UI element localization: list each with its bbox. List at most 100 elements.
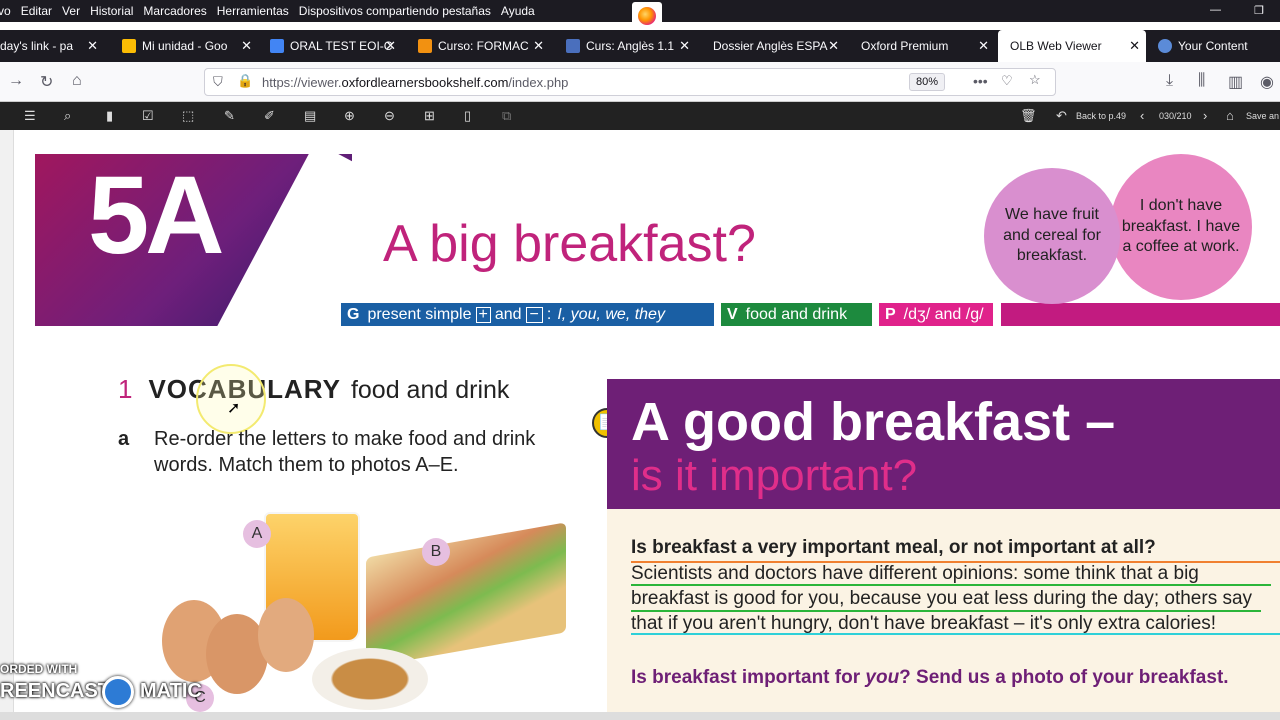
sandwich-photo (366, 522, 566, 668)
lesson-title: A big breakfast? (383, 215, 756, 273)
grid-icon[interactable]: ⊞ (424, 108, 435, 124)
article-subtitle: is it important? (631, 451, 918, 500)
menu-tools[interactable]: Herramientas (217, 4, 289, 18)
url-bar[interactable]: ⛉ 🔒 https://viewer.oxfordlearnersbookshe… (204, 68, 1056, 96)
lock-icon: 🔒 (237, 73, 254, 88)
restore-icon[interactable]: ❐ (1254, 4, 1264, 17)
tab-7[interactable]: Oxford Premium ✕ (861, 30, 995, 62)
save-button[interactable]: Save an (1246, 111, 1279, 121)
article-prompt: Is breakfast important for you? Send us … (631, 667, 1229, 688)
plus-icon: + (475, 306, 491, 323)
article-body: Scientists and doctors have different op… (631, 563, 1253, 634)
highlighter-icon[interactable]: ✐ (264, 108, 275, 124)
tab-active[interactable]: OLB Web Viewer ✕ (998, 30, 1146, 62)
reload-icon[interactable]: ↻ (40, 72, 53, 92)
close-icon[interactable]: ✕ (679, 38, 690, 54)
viewer-toolbar: ☰ ⌕ ▮ ☑ ⬚ ✎ ✐ ▤ ⊕ ⊖ ⊞ ▯ ⧉ 🗑 ↶ Back to p.… (0, 102, 1280, 130)
account-icon[interactable]: ◉ (1260, 72, 1274, 92)
menu-devices[interactable]: Dispositivos compartiendo pestañas (299, 4, 491, 18)
tab-bar: day's link - pa ✕ Mi unidad - Goo ✕ ORAL T… (0, 30, 1280, 62)
close-icon[interactable]: ✕ (87, 38, 98, 54)
select-icon[interactable]: ⬚ (182, 108, 194, 124)
forward-icon[interactable]: → (8, 72, 24, 90)
back-to-page-button[interactable]: Back to p.49 (1076, 111, 1126, 121)
close-icon[interactable]: ✕ (978, 38, 989, 54)
article-title: A good breakfast – (631, 392, 1116, 452)
tab-6[interactable]: Dossier Anglès ESPA ✕ (713, 30, 845, 62)
more-icon[interactable]: ••• (973, 73, 988, 89)
moodle-icon (418, 39, 432, 53)
pencil-icon[interactable]: ✎ (224, 108, 235, 124)
tab-2[interactable]: Mi unidad - Goo ✕ (122, 30, 258, 62)
prev-page-icon[interactable]: ‹ (1140, 108, 1144, 123)
tab-3[interactable]: ORAL TEST EOI-C ✕ (270, 30, 402, 62)
firefox-logo-icon (632, 2, 662, 30)
house-icon[interactable]: ⌂ (1226, 108, 1234, 123)
sidebar-icon[interactable]: ▥ (1228, 72, 1243, 92)
tab-4[interactable]: Curso: FORMAC ✕ (418, 30, 550, 62)
minus-icon: − (525, 306, 543, 323)
close-icon[interactable]: ✕ (385, 38, 396, 54)
watermark-right: MATIC (140, 680, 202, 702)
tab-9[interactable]: Your Content (1158, 30, 1280, 62)
tea-cup-photo (312, 648, 428, 710)
menu-file[interactable]: vo (0, 4, 11, 18)
zoom-in-icon[interactable]: ⊕ (344, 108, 355, 124)
close-icon[interactable]: ✕ (241, 38, 252, 54)
watermark-left: REENCAST (0, 680, 111, 702)
list-icon[interactable]: ☰ (24, 108, 36, 124)
book-page: 5A A big breakfast? We have fruit and ce… (0, 130, 1280, 720)
checklist-icon[interactable]: ☑ (142, 108, 154, 124)
download-icon[interactable]: ⤓ (1166, 72, 1173, 90)
pronunciation-pill: P/dʒ/ and /g/ (879, 303, 993, 326)
back-arrow-icon[interactable]: ↶ (1056, 108, 1067, 124)
close-icon[interactable]: ✕ (828, 38, 839, 54)
lesson-number: 5A (88, 154, 225, 277)
vocabulary-pill: Vfood and drink (721, 303, 872, 326)
close-icon[interactable]: ✕ (533, 38, 544, 54)
docs-icon (270, 39, 284, 53)
page-icon[interactable]: ▯ (464, 108, 471, 124)
home-icon[interactable]: ⌂ (72, 72, 82, 90)
photo-label: B (422, 538, 450, 566)
library-icon[interactable]: ⫼ (1198, 72, 1205, 90)
tab-1[interactable]: day's link - pa ✕ (0, 30, 104, 62)
speech-bubble-2: I don't have breakfast. I have a coffee … (1110, 154, 1252, 300)
menu-help[interactable]: Ayuda (501, 4, 535, 18)
bookmark-icon[interactable]: ▮ (106, 108, 113, 124)
speech-bubble-1: We have fruit and cereal for breakfast. (984, 168, 1120, 304)
menu-view[interactable]: Ver (62, 4, 80, 18)
banner-band (1001, 303, 1280, 326)
grammar-pill: G present simple + and − : I, you, we, t… (341, 303, 714, 326)
article-question: Is breakfast a very important meal, or n… (631, 537, 1156, 558)
drive-icon (122, 39, 136, 53)
menu-bookmarks[interactable]: Marcadores (143, 4, 206, 18)
navigation-bar: → ↻ ⌂ ⛉ 🔒 https://viewer.oxfordlearnersb… (0, 62, 1280, 102)
trash-icon[interactable]: 🗑 (1020, 108, 1037, 124)
search-icon[interactable]: ⌕ (64, 108, 71, 124)
menu-edit[interactable]: Editar (21, 4, 52, 18)
menu-history[interactable]: Historial (90, 4, 133, 18)
content-icon (1158, 39, 1172, 53)
photo-label: A (243, 520, 271, 548)
dual-page-icon[interactable]: ⧉ (502, 108, 511, 124)
mouse-cursor-icon: ➚ (227, 400, 241, 417)
next-page-icon[interactable]: › (1203, 108, 1207, 123)
url-text: https://viewer.oxfordlearnersbookshelf.c… (262, 75, 569, 90)
note-icon[interactable]: ▤ (304, 108, 316, 124)
section-heading: 1 VOCABULARY food and drink (118, 374, 510, 404)
zoom-out-icon[interactable]: ⊖ (384, 108, 395, 124)
screencast-logo-icon (102, 676, 134, 708)
zoom-level[interactable]: 80% (909, 73, 945, 91)
horizontal-scrollbar[interactable] (0, 712, 1280, 720)
egg-photo (258, 598, 314, 672)
close-icon[interactable]: ✕ (1129, 38, 1140, 54)
article-box: A good breakfast – is it important? Is b… (607, 379, 1280, 720)
page-counter: 030/210 (1159, 111, 1192, 121)
watermark-top: ORDED WITH (0, 662, 78, 676)
course-icon (566, 39, 580, 53)
pocket-icon[interactable]: ♡ (1001, 73, 1013, 89)
minimize-icon[interactable]: — (1210, 4, 1221, 16)
bookmark-star-icon[interactable]: ☆ (1029, 72, 1041, 88)
tab-5[interactable]: Curs: Anglès 1.1 ✕ (566, 30, 696, 62)
